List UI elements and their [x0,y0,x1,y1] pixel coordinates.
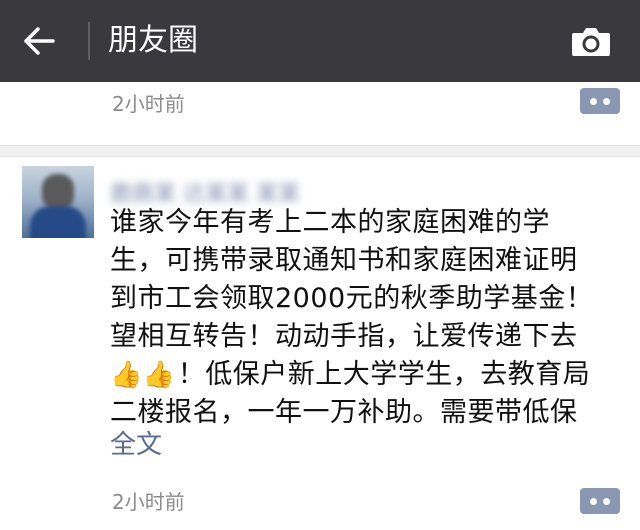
post-time: 2小时前 [112,490,185,514]
more-button[interactable] [580,88,620,114]
camera-icon [572,28,610,56]
full-text-link[interactable]: 全文 [110,424,162,461]
header-divider [88,22,90,60]
previous-post-footer: 2小时前 [0,82,640,142]
content-line: 谁家今年有考上二本的家庭困难的学 [110,207,550,238]
arrow-left-icon [24,27,55,55]
more-dots-icon [590,497,597,505]
content-line-text: ！低保户新上大学学生，去教育局 [177,359,591,390]
content-line: 到市工会领取2000元的秋季助学基金！ [110,283,594,314]
post-separator [0,145,640,157]
post-time: 2小时前 [112,92,185,116]
content-line: 二楼报名，一年一万补助。需要带低保 [110,397,578,428]
thumbs-up-emoji-icon: 👍👍 [110,360,176,390]
camera-button[interactable] [563,20,619,62]
post-content: 谁家今年有考上二本的家庭困难的学 生，可携带录取通知书和家庭困难证明 到市工会领… [110,204,620,432]
top-navigation-bar: 朋友圈 [0,0,640,82]
avatar-body [30,206,86,238]
content-line: 👍👍！低保户新上大学学生，去教育局 [110,356,620,394]
content-line: 望相互转告！动动手指，让爱传递下去 [110,321,578,352]
avatar-head [42,174,74,210]
page-title: 朋友圈 [108,23,198,58]
more-dots-icon [590,97,597,105]
avatar[interactable] [22,166,94,238]
more-dots-icon-dot [603,97,610,105]
content-line: 生，可携带录取通知书和家庭困难证明 [110,245,578,276]
back-button[interactable] [14,18,64,64]
more-button[interactable] [580,488,620,514]
more-dots-icon-dot [603,497,610,505]
